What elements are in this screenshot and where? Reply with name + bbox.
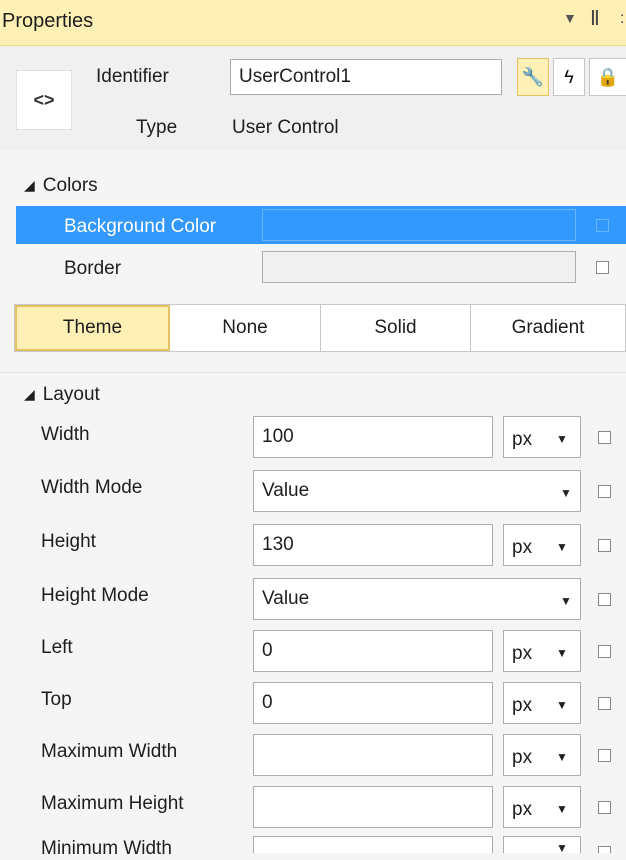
- colors-section-header[interactable]: ◢ Colors: [24, 175, 98, 197]
- maximum-width-unit-select[interactable]: px ▼: [503, 734, 581, 776]
- pin-icon[interactable]: Ⅱ: [590, 6, 600, 31]
- minimum-width-input[interactable]: [253, 836, 493, 853]
- properties-wrench-button[interactable]: 🔧: [517, 58, 549, 96]
- layout-section-label: Layout: [42, 384, 100, 405]
- left-input[interactable]: 0: [253, 630, 493, 672]
- maximum-height-unit-value: px: [512, 799, 533, 820]
- maximum-height-input[interactable]: [253, 786, 493, 828]
- left-unit-value: px: [512, 643, 533, 664]
- tab-none[interactable]: None: [170, 305, 321, 351]
- tab-solid[interactable]: Solid: [321, 305, 471, 351]
- triangle-down-icon[interactable]: ▼: [563, 10, 577, 26]
- collapse-triangle-icon: ◢: [24, 177, 35, 193]
- lock-button[interactable]: 🔒: [589, 58, 626, 96]
- height-mode-value: Value: [262, 588, 310, 609]
- width-unit-value: px: [512, 429, 533, 450]
- colors-section-label: Colors: [42, 175, 98, 196]
- identifier-input[interactable]: UserControl1: [230, 59, 502, 95]
- maximum-height-label: Maximum Height: [41, 793, 184, 814]
- code-view-button[interactable]: <>: [16, 70, 72, 130]
- chevron-down-icon: ▼: [560, 594, 572, 608]
- background-color-label: Background Color: [64, 216, 217, 237]
- minimum-width-label: Minimum Width: [41, 838, 172, 859]
- width-reset-checkbox[interactable]: [598, 431, 611, 444]
- identifier-label: Identifier: [96, 66, 169, 87]
- top-reset-checkbox[interactable]: [598, 697, 611, 710]
- events-lightning-button[interactable]: ϟ: [553, 58, 585, 96]
- width-input[interactable]: 100: [253, 416, 493, 458]
- chevron-down-icon: ▼: [556, 698, 568, 712]
- code-brackets-icon: <>: [33, 89, 55, 110]
- height-mode-reset-checkbox[interactable]: [598, 593, 611, 606]
- top-label: Top: [41, 689, 72, 710]
- maximum-width-unit-value: px: [512, 747, 533, 768]
- chevron-down-icon: ▼: [556, 750, 568, 764]
- tab-gradient[interactable]: Gradient: [471, 305, 625, 351]
- height-mode-label: Height Mode: [41, 585, 149, 606]
- border-color-swatch[interactable]: [262, 251, 576, 283]
- brush-type-tabs: Theme None Solid Gradient: [14, 304, 626, 352]
- lock-icon: 🔒: [596, 66, 620, 87]
- height-unit-select[interactable]: px ▼: [503, 524, 581, 566]
- top-unit-value: px: [512, 695, 533, 716]
- maximum-height-unit-select[interactable]: px ▼: [503, 786, 581, 828]
- left-unit-select[interactable]: px ▼: [503, 630, 581, 672]
- background-color-swatch[interactable]: [262, 209, 576, 241]
- type-value: User Control: [232, 117, 339, 138]
- chevron-down-icon: ▼: [560, 486, 572, 500]
- chevron-down-icon: ▼: [556, 646, 568, 660]
- chevron-down-icon: ▼: [556, 540, 568, 554]
- width-mode-reset-checkbox[interactable]: [598, 485, 611, 498]
- lightning-icon: ϟ: [564, 66, 574, 87]
- height-input[interactable]: 130: [253, 524, 493, 566]
- panel-title: Properties: [2, 10, 94, 32]
- close-icon[interactable]: :: [620, 10, 624, 28]
- border-label: Border: [64, 258, 122, 279]
- width-mode-select[interactable]: Value ▼: [253, 470, 581, 512]
- width-mode-value: Value: [262, 480, 310, 501]
- maximum-width-input[interactable]: [253, 734, 493, 776]
- left-reset-checkbox[interactable]: [598, 645, 611, 658]
- top-unit-select[interactable]: px ▼: [503, 682, 581, 724]
- chevron-down-icon: ▼: [556, 432, 568, 446]
- chevron-down-icon: ▼: [556, 802, 568, 816]
- height-label: Height: [41, 531, 96, 552]
- maximum-height-reset-checkbox[interactable]: [598, 801, 611, 814]
- minimum-width-reset-checkbox[interactable]: [598, 846, 611, 853]
- width-mode-label: Width Mode: [41, 477, 143, 498]
- minimum-width-unit-select[interactable]: ▼: [503, 836, 581, 855]
- layout-section-header[interactable]: ◢ Layout: [24, 384, 100, 406]
- top-input[interactable]: 0: [253, 682, 493, 724]
- width-label: Width: [41, 424, 90, 445]
- tab-theme[interactable]: Theme: [15, 305, 170, 351]
- left-label: Left: [41, 637, 73, 658]
- height-reset-checkbox[interactable]: [598, 539, 611, 552]
- width-unit-select[interactable]: px ▼: [503, 416, 581, 458]
- background-color-reset-checkbox[interactable]: [596, 219, 609, 232]
- collapse-triangle-icon: ◢: [24, 386, 35, 402]
- panel-title-bar: Properties ▼ Ⅱ :: [0, 0, 626, 46]
- section-divider: [0, 372, 626, 373]
- wrench-icon: 🔧: [521, 66, 545, 87]
- maximum-width-reset-checkbox[interactable]: [598, 749, 611, 762]
- height-unit-value: px: [512, 537, 533, 558]
- maximum-width-label: Maximum Width: [41, 741, 178, 762]
- type-label: Type: [136, 117, 178, 138]
- border-reset-checkbox[interactable]: [596, 261, 609, 274]
- height-mode-select[interactable]: Value ▼: [253, 578, 581, 620]
